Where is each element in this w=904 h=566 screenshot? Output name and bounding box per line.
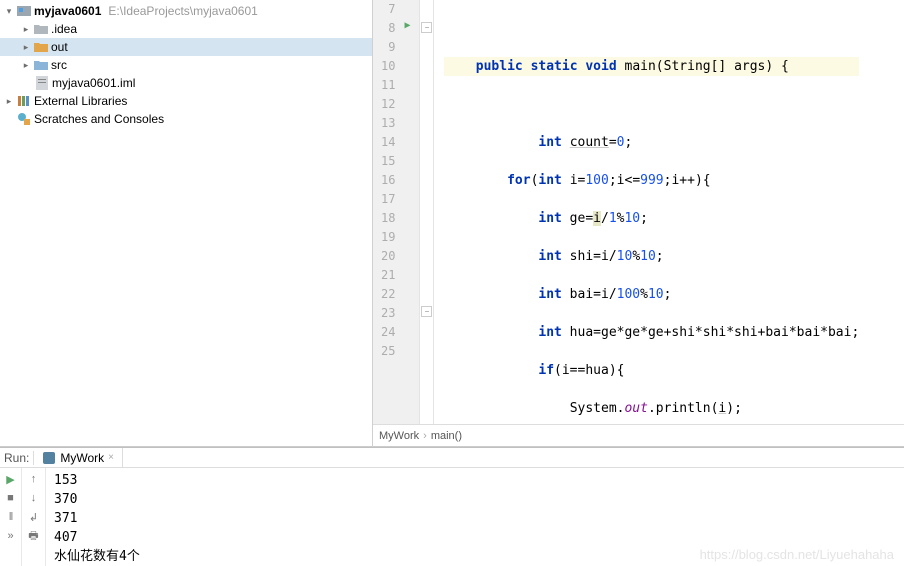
tree-root-name: myjava0601 [34, 4, 101, 18]
breadcrumb[interactable]: MyWork › main() [373, 424, 904, 446]
chevron-down-icon[interactable]: ▾ [4, 6, 14, 17]
console-line: 水仙花数有4个 [54, 547, 904, 566]
chevron-right-icon: › [423, 430, 427, 442]
run-panel: Run: MyWork × ▶ ■ ‖ » ↑ ↓ ↲ 🖶 153 370 37… [0, 447, 904, 566]
down-button[interactable]: ↓ [26, 490, 42, 506]
chevron-right-icon[interactable]: ▸ [21, 42, 31, 53]
run-label: Run: [0, 451, 34, 465]
tree-item-out[interactable]: ▸ out [0, 38, 372, 56]
close-icon[interactable]: × [108, 452, 114, 463]
console-line: 370 [54, 490, 904, 509]
up-button[interactable]: ↑ [26, 471, 42, 487]
console-line: 371 [54, 509, 904, 528]
tree-item-idea[interactable]: ▸ .idea [0, 20, 372, 38]
run-toolbar-2: ↑ ↓ ↲ 🖶 [22, 468, 46, 566]
console-output[interactable]: 153 370 371 407 水仙花数有4个 [46, 468, 904, 566]
print-button[interactable]: 🖶 [26, 528, 42, 544]
breadcrumb-item[interactable]: MyWork [379, 430, 419, 442]
project-tree[interactable]: ▾ myjava0601 E:\IdeaProjects\myjava0601 … [0, 0, 373, 446]
code-text[interactable]: public static void main(String[] args) {… [434, 0, 859, 424]
run-config-tab[interactable]: MyWork × [34, 448, 123, 467]
fold-icon[interactable]: − [421, 22, 432, 33]
run-toolbar-1: ▶ ■ ‖ » [0, 468, 22, 566]
gutter[interactable]: 789 101112 131415 161718 192021 222324 2… [373, 0, 420, 424]
chevron-right-icon[interactable]: ▸ [21, 60, 31, 71]
tree-item-iml[interactable]: myjava0601.iml [0, 74, 372, 92]
fold-icon[interactable]: − [421, 306, 432, 317]
run-gutter-icon[interactable]: ▶ [404, 20, 410, 31]
wrap-button[interactable]: ↲ [26, 509, 42, 525]
scratches-icon [17, 112, 31, 126]
console-line: 407 [54, 528, 904, 547]
breadcrumb-item[interactable]: main() [431, 430, 462, 442]
tree-root-path: E:\IdeaProjects\myjava0601 [104, 4, 257, 18]
pause-button[interactable]: ‖ [3, 509, 19, 525]
folder-icon [34, 40, 48, 54]
source-folder-icon [34, 58, 48, 72]
stop-button[interactable]: ■ [3, 490, 19, 506]
editor: 789 101112 131415 161718 192021 222324 2… [373, 0, 904, 446]
java-icon [42, 451, 56, 465]
tree-external-libs[interactable]: ▸ External Libraries [0, 92, 372, 110]
fold-column[interactable]: − − [420, 0, 434, 424]
line-numbers: 789 101112 131415 161718 192021 222324 2… [373, 0, 401, 424]
tree-scratches[interactable]: Scratches and Consoles [0, 110, 372, 128]
folder-icon [34, 22, 48, 36]
module-icon [17, 4, 31, 18]
expand-button[interactable]: » [3, 528, 19, 544]
file-icon [35, 76, 49, 90]
console-line: 153 [54, 471, 904, 490]
chevron-right-icon[interactable]: ▸ [4, 96, 14, 107]
chevron-right-icon[interactable]: ▸ [21, 24, 31, 35]
rerun-button[interactable]: ▶ [3, 471, 19, 487]
tree-item-src[interactable]: ▸ src [0, 56, 372, 74]
libraries-icon [17, 94, 31, 108]
tree-root[interactable]: ▾ myjava0601 E:\IdeaProjects\myjava0601 [0, 2, 372, 20]
